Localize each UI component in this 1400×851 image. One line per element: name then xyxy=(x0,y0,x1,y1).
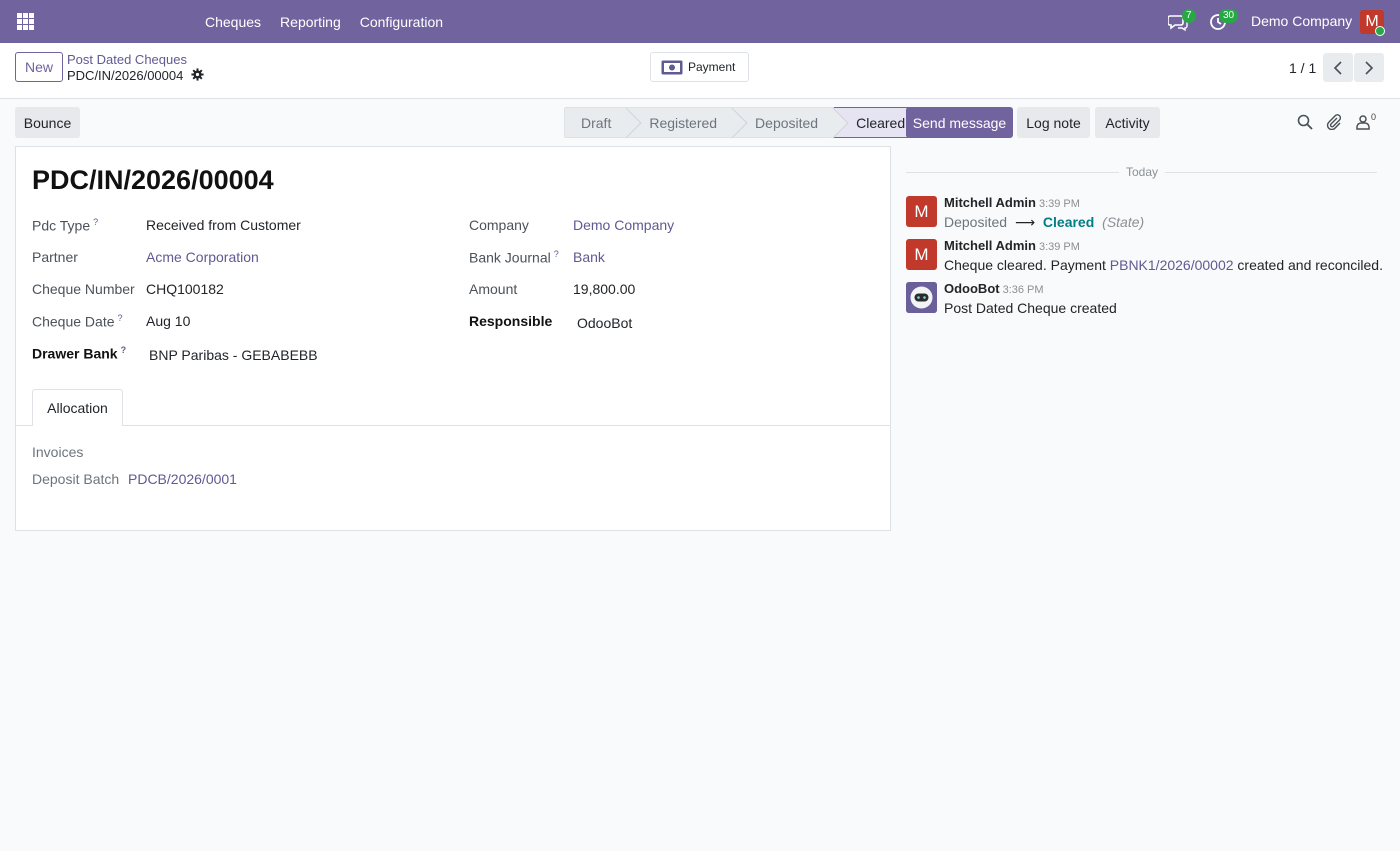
tracking-message: Deposited ⟶ Cleared (State) xyxy=(944,214,1144,231)
pdc-type-label-text: Pdc Type xyxy=(32,217,91,234)
author-avatar[interactable]: M xyxy=(906,196,937,227)
deposit-batch-label: Deposit Batch xyxy=(32,471,120,487)
top-navbar: Cheques Reporting Configuration 7 30 Dem… xyxy=(0,0,1400,43)
pager-next-button[interactable] xyxy=(1354,53,1384,82)
cheque-number-label: Cheque Number xyxy=(32,281,135,297)
bank-journal-label: Bank Journal? xyxy=(469,249,559,266)
partner-field[interactable]: Acme Corporation xyxy=(146,249,259,265)
pdc-type-field[interactable]: Received from Customer xyxy=(146,217,301,233)
responsible-field[interactable]: OdooBot xyxy=(577,315,632,331)
cheque-date-label-text: Cheque Date xyxy=(32,313,115,330)
arrow-right-icon: ⟶ xyxy=(1014,214,1036,230)
send-message-button[interactable]: Send message xyxy=(906,107,1013,138)
company-label: Company xyxy=(469,217,529,233)
message-time: 3:39 PM xyxy=(1038,198,1080,210)
stage-draft[interactable]: Draft xyxy=(564,107,628,138)
cheque-date-label: Cheque Date? xyxy=(32,313,123,330)
drawer-bank-label-text: Drawer Bank xyxy=(32,345,118,362)
payment-label: Payment xyxy=(688,60,736,74)
amount-label: Amount xyxy=(469,281,518,297)
help-tooltip-icon[interactable]: ? xyxy=(121,345,127,355)
drawer-bank-label: Drawer Bank? xyxy=(32,345,126,362)
menu-cheques[interactable]: Cheques xyxy=(205,14,261,30)
message-author: Mitchell Admin 3:39 PM xyxy=(944,238,1080,253)
breadcrumb-current: PDC/IN/2026/00004 xyxy=(67,68,184,83)
control-panel: New Post Dated Cheques PDC/IN/2026/00004… xyxy=(0,43,1400,99)
drawer-bank-field[interactable]: BNP Paribas - GEBABEBB xyxy=(149,347,318,363)
author-name[interactable]: OdooBot xyxy=(944,281,1000,296)
partner-label: Partner xyxy=(32,249,78,265)
pager-previous-button[interactable] xyxy=(1323,53,1353,82)
record-title: PDC/IN/2026/00004 xyxy=(32,165,274,195)
date-separator-line xyxy=(1165,172,1377,173)
company-switcher[interactable]: Demo Company xyxy=(1251,13,1352,29)
message-body: Cheque cleared. Payment PBNK1/2026/00002… xyxy=(944,257,1383,273)
pager-value[interactable]: 1 / 1 xyxy=(1289,60,1316,76)
author-avatar[interactable]: M xyxy=(906,239,937,270)
followers-count: 0 xyxy=(1371,112,1377,122)
tracking-old-value: Deposited xyxy=(944,214,1008,230)
stage-deposited[interactable]: Deposited xyxy=(733,107,835,138)
pdc-type-label: Pdc Type? xyxy=(32,217,98,234)
help-tooltip-icon[interactable]: ? xyxy=(118,313,123,323)
bounce-button[interactable]: Bounce xyxy=(15,107,80,138)
message-time: 3:39 PM xyxy=(1038,241,1080,253)
log-note-button[interactable]: Log note xyxy=(1017,107,1090,138)
odoobot-avatar[interactable] xyxy=(906,282,937,313)
new-button[interactable]: New xyxy=(15,52,63,82)
invoices-label: Invoices xyxy=(32,444,84,460)
chevron-right-icon xyxy=(1365,60,1374,75)
company-field[interactable]: Demo Company xyxy=(573,217,674,233)
form-sheet: PDC/IN/2026/00004 Pdc Type? Received fro… xyxy=(15,146,891,531)
tab-allocation[interactable]: Allocation xyxy=(32,389,123,426)
deposit-batch-field[interactable]: PDCB/2026/0001 xyxy=(128,471,237,487)
cheque-date-field[interactable]: Aug 10 xyxy=(146,313,190,329)
paperclip-icon[interactable] xyxy=(1326,114,1342,130)
menu-reporting[interactable]: Reporting xyxy=(280,14,341,30)
bank-journal-label-text: Bank Journal xyxy=(469,249,551,266)
tracking-new-value: Cleared xyxy=(1042,214,1095,230)
user-online-status-icon xyxy=(1375,26,1385,36)
message-author: OdooBot 3:36 PM xyxy=(944,281,1044,296)
help-tooltip-icon[interactable]: ? xyxy=(554,249,559,259)
message-text: Cheque cleared. Payment xyxy=(944,257,1110,273)
chevron-left-icon xyxy=(1333,60,1342,75)
bank-journal-field[interactable]: Bank xyxy=(573,249,605,265)
message-text: created and reconciled. xyxy=(1233,257,1383,273)
author-name[interactable]: Mitchell Admin xyxy=(944,195,1036,210)
tracking-field-name: (State) xyxy=(1102,214,1145,230)
gear-icon[interactable] xyxy=(191,68,204,81)
activities-badge: 30 xyxy=(1219,9,1239,23)
author-name[interactable]: Mitchell Admin xyxy=(944,238,1036,253)
tab-divider xyxy=(16,425,890,426)
menu-configuration[interactable]: Configuration xyxy=(360,14,443,30)
cheque-number-field[interactable]: CHQ100182 xyxy=(146,281,224,297)
payment-smart-button[interactable]: Payment xyxy=(650,52,749,82)
message-time: 3:36 PM xyxy=(1002,284,1044,296)
amount-field[interactable]: 19,800.00 xyxy=(573,281,635,297)
stage-registered[interactable]: Registered xyxy=(627,107,734,138)
money-bill-icon xyxy=(661,60,683,74)
robot-icon xyxy=(906,282,937,313)
followers-icon[interactable] xyxy=(1355,114,1371,130)
apps-menu-icon[interactable] xyxy=(17,13,34,30)
main-menu: Cheques Reporting Configuration xyxy=(205,0,443,43)
help-tooltip-icon[interactable]: ? xyxy=(93,217,98,227)
search-icon[interactable] xyxy=(1297,114,1313,130)
message-author: Mitchell Admin 3:39 PM xyxy=(944,195,1080,210)
payment-link[interactable]: PBNK1/2026/00002 xyxy=(1110,257,1234,273)
messages-badge: 7 xyxy=(1182,9,1196,23)
date-separator-label: Today xyxy=(1126,165,1159,179)
date-separator-line xyxy=(906,172,1119,173)
activity-button[interactable]: Activity xyxy=(1095,107,1160,138)
statusbar: Draft Registered Deposited Cleared xyxy=(564,107,923,138)
breadcrumb-parent[interactable]: Post Dated Cheques xyxy=(67,52,187,67)
responsible-label: Responsible xyxy=(469,313,553,329)
message-body: Post Dated Cheque created xyxy=(944,300,1117,316)
